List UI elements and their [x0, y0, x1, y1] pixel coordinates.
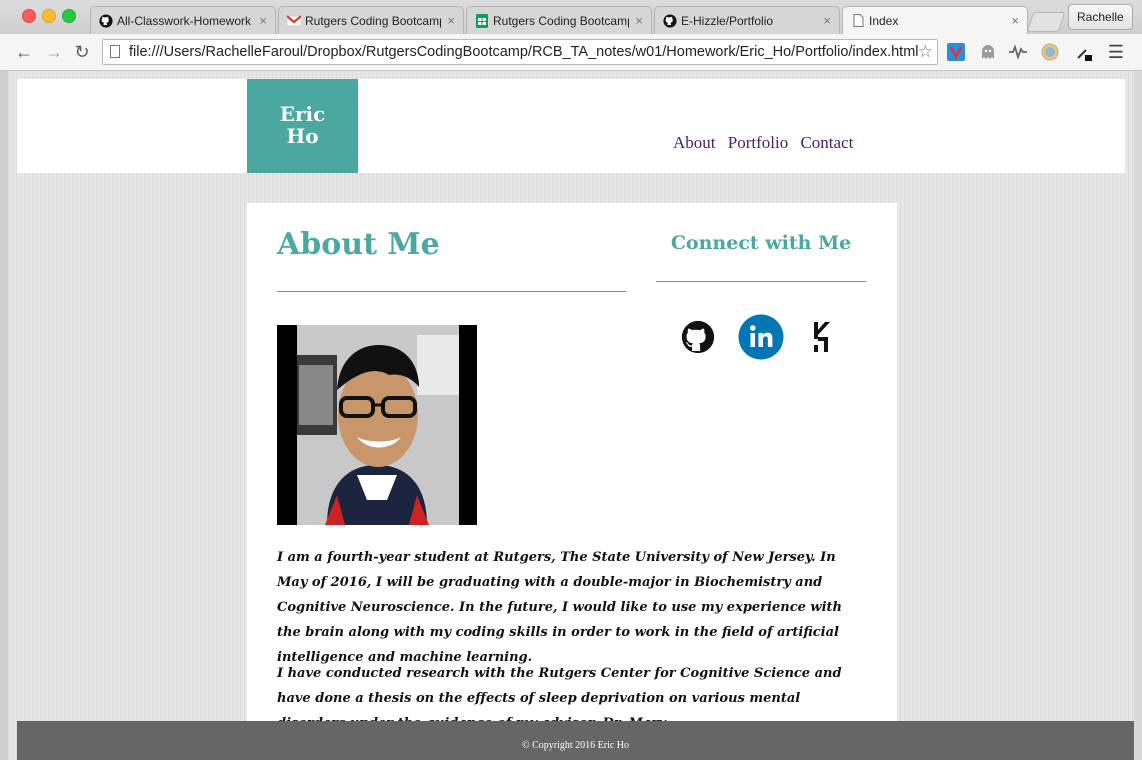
reload-icon[interactable]: ↻ — [70, 40, 94, 64]
linkedin-link[interactable] — [737, 313, 785, 361]
gmail-icon — [287, 14, 301, 28]
tab-sheets[interactable]: Rutgers Coding Bootcamp × — [466, 6, 652, 34]
browser-toolbar: ← → ↻ file:///Users/RachelleFaroul/Dropb… — [0, 34, 1142, 71]
heroku-link[interactable] — [799, 313, 847, 361]
site-header: Eric Ho About Portfolio Contact — [17, 79, 1125, 173]
extension-icon[interactable] — [946, 42, 966, 62]
nav-link-contact[interactable]: Contact — [800, 133, 853, 152]
content-card: About Me Connect with Me I am a fourth-y… — [247, 203, 897, 760]
tab-label: Rutgers Coding Bootcamp — [305, 13, 442, 28]
logo-line-first: Eric — [279, 102, 326, 126]
forward-arrow-icon[interactable]: → — [42, 40, 66, 64]
window-close-button[interactable] — [22, 9, 36, 23]
url-text: file:///Users/RachelleFaroul/Dropbox/Rut… — [129, 44, 919, 60]
page-viewport: Eric Ho About Portfolio Contact About Me… — [8, 71, 1134, 760]
profile-button[interactable]: Rachelle — [1068, 4, 1133, 30]
logo-line-last: Ho — [286, 124, 319, 148]
tab-portfolio-repo[interactable]: E-Hizzle/Portfolio × — [654, 6, 840, 34]
background-window-edge — [0, 71, 8, 760]
tab-gmail[interactable]: Rutgers Coding Bootcamp × — [278, 6, 464, 34]
pulse-icon[interactable] — [1008, 42, 1028, 62]
github-icon — [681, 320, 715, 354]
heroku-icon — [812, 322, 830, 352]
menu-icon[interactable]: ☰ — [1106, 42, 1126, 62]
about-heading: About Me — [277, 227, 440, 262]
linkedin-icon — [738, 314, 784, 360]
bookmark-star-icon[interactable]: ☆ — [918, 40, 933, 64]
site-footer: © Copyright 2016 Eric Ho — [17, 721, 1134, 760]
github-icon — [99, 13, 113, 28]
window-minimize-button[interactable] — [42, 9, 56, 23]
tab-index[interactable]: Index × — [842, 6, 1028, 34]
extension-badge-icon[interactable] — [1040, 42, 1060, 62]
back-arrow-icon[interactable]: ← — [12, 40, 36, 64]
site-nav: About Portfolio Contact — [673, 133, 861, 153]
new-tab-button[interactable] — [1026, 12, 1066, 32]
tab-label: All-Classwork-Homework — [117, 13, 252, 28]
site-logo[interactable]: Eric Ho — [247, 79, 358, 173]
eyedropper-icon[interactable] — [1074, 42, 1094, 62]
ghost-icon[interactable] — [978, 42, 998, 62]
window-maximize-button[interactable] — [62, 9, 76, 23]
tab-label: E-Hizzle/Portfolio — [681, 13, 774, 28]
tab-label: Rutgers Coding Bootcamp — [493, 13, 630, 28]
github-icon — [663, 13, 677, 28]
background-window-edge — [1134, 71, 1142, 760]
profile-photo — [277, 325, 477, 525]
tab-strip: All-Classwork-Homework × Rutgers Coding … — [0, 0, 1142, 34]
close-icon[interactable]: × — [447, 13, 455, 28]
page-icon — [110, 45, 120, 58]
close-icon[interactable]: × — [1011, 13, 1019, 28]
tab-label: Index — [869, 13, 899, 28]
divider — [656, 281, 866, 282]
profile-photo-image — [297, 325, 459, 525]
tab-classwork[interactable]: All-Classwork-Homework × — [90, 6, 276, 34]
sheets-icon — [475, 13, 489, 28]
nav-link-about[interactable]: About — [673, 133, 716, 152]
nav-link-portfolio[interactable]: Portfolio — [728, 133, 788, 152]
divider — [277, 291, 626, 292]
connect-heading: Connect with Me — [670, 232, 852, 254]
github-link[interactable] — [674, 313, 722, 361]
page-icon — [851, 14, 865, 28]
address-bar[interactable]: file:///Users/RachelleFaroul/Dropbox/Rut… — [102, 39, 938, 65]
close-icon[interactable]: × — [635, 13, 643, 28]
close-icon[interactable]: × — [823, 13, 831, 28]
bio-paragraph: I am a fourth-year student at Rutgers, T… — [277, 550, 842, 665]
close-icon[interactable]: × — [259, 13, 267, 28]
